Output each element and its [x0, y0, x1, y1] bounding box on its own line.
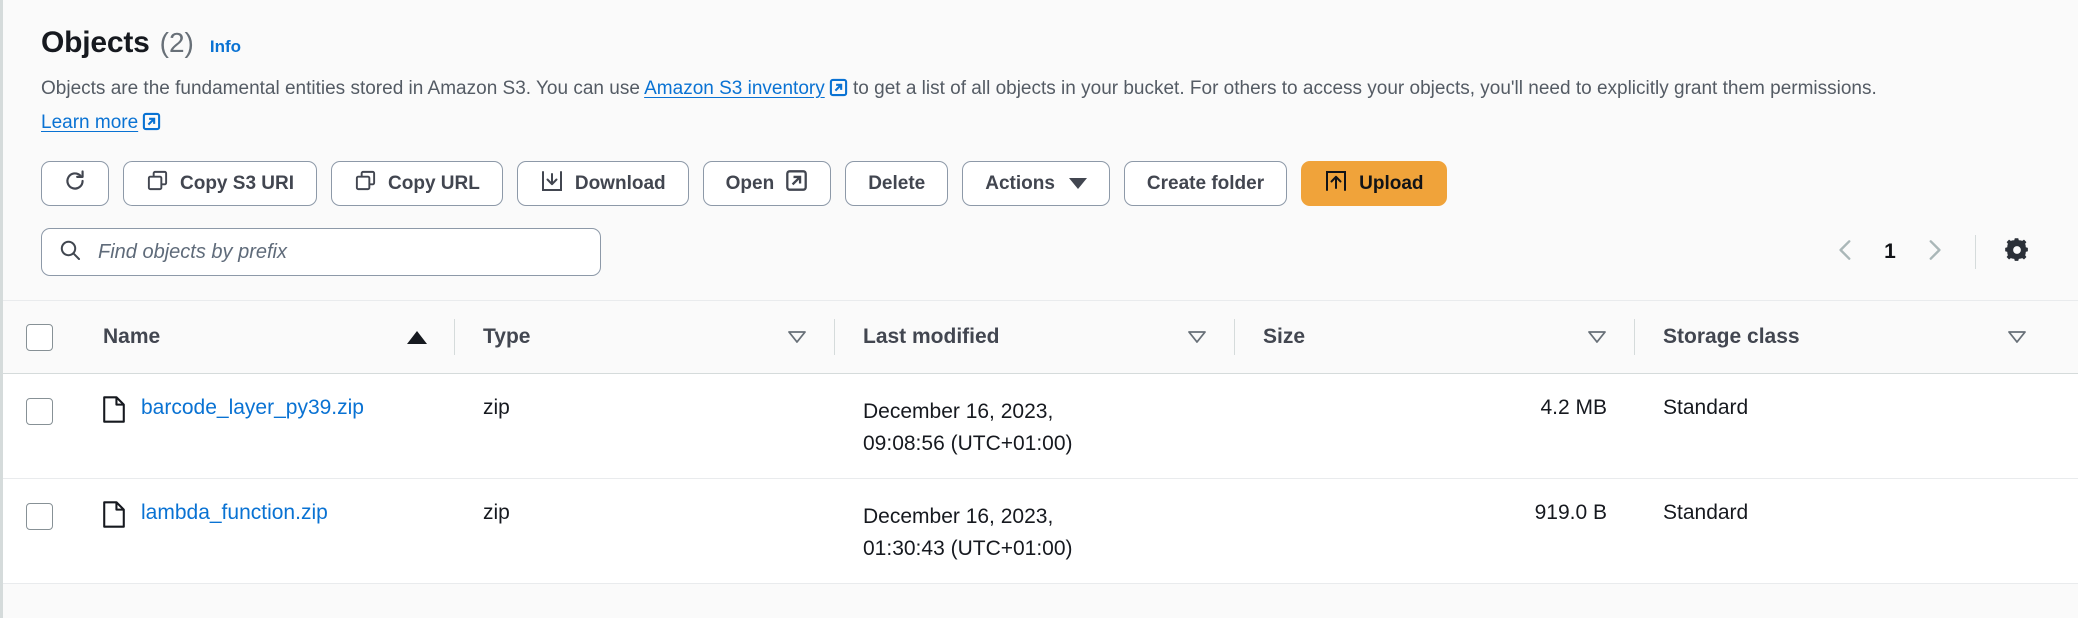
- column-header-type-label: Type: [483, 325, 531, 348]
- select-all-checkbox[interactable]: [25, 323, 53, 351]
- panel-header: Objects (2) Info Objects are the fundame…: [3, 0, 2078, 141]
- external-link-icon-3: [785, 169, 808, 198]
- delete-label: Delete: [868, 172, 926, 194]
- sort-none-icon-3: [1587, 330, 1607, 344]
- row-select-cell: [3, 374, 75, 478]
- sort-ascending-icon: [407, 330, 427, 344]
- previous-page-button[interactable]: [1823, 229, 1869, 275]
- learn-more-label: Learn more: [41, 112, 139, 133]
- search-icon: [58, 238, 82, 267]
- table-row[interactable]: barcode_layer_py39.zip zip December 16, …: [3, 374, 2078, 479]
- column-header-name-label: Name: [103, 325, 161, 348]
- cell-size: 4.2 MB: [1540, 396, 1607, 419]
- pagination-divider: [1975, 235, 1976, 269]
- info-link[interactable]: Info: [210, 37, 241, 57]
- file-icon-2: [103, 501, 125, 534]
- chevron-down-icon: [1068, 178, 1087, 189]
- sort-none-icon-4: [2007, 330, 2027, 344]
- actions-label: Actions: [985, 172, 1055, 194]
- column-header-storage-class[interactable]: Storage class: [1635, 301, 2055, 373]
- amazon-s3-inventory-link[interactable]: Amazon S3 inventory: [644, 78, 848, 99]
- column-header-name[interactable]: Name: [75, 301, 455, 373]
- column-header-last-modified-label: Last modified: [863, 325, 1000, 348]
- actions-button[interactable]: Actions: [962, 161, 1110, 206]
- page-title: Objects: [41, 26, 150, 59]
- row-checkbox-2[interactable]: [25, 503, 53, 530]
- column-header-size[interactable]: Size: [1235, 301, 1635, 373]
- download-icon: [540, 169, 564, 199]
- cell-last-modified-2: December 16, 2023, 01:30:43 (UTC+01:00): [863, 505, 1073, 560]
- chevron-right-icon: [1921, 237, 1947, 268]
- column-header-storage-class-label: Storage class: [1663, 325, 1800, 348]
- description-text-part1: Objects are the fundamental entities sto…: [41, 78, 640, 99]
- gear-icon: [2002, 235, 2032, 270]
- file-icon: [103, 396, 125, 429]
- open-button[interactable]: Open: [702, 161, 832, 206]
- search-box[interactable]: [41, 228, 601, 276]
- pagination: 1: [1823, 229, 2040, 275]
- refresh-icon: [62, 168, 88, 200]
- copy-icon: [146, 169, 169, 198]
- cell-last-modified: December 16, 2023, 09:08:56 (UTC+01:00): [863, 400, 1073, 455]
- delete-button[interactable]: Delete: [845, 161, 949, 206]
- row-checkbox[interactable]: [25, 398, 53, 425]
- copy-s3-uri-label: Copy S3 URI: [180, 172, 295, 194]
- object-name-link-2[interactable]: lambda_function.zip: [141, 501, 328, 525]
- upload-button[interactable]: Upload: [1301, 161, 1447, 206]
- title-row: Objects (2) Info: [41, 26, 2078, 60]
- download-button[interactable]: Download: [516, 161, 689, 206]
- table-header-row: Name Type Last modified Size Storage cla…: [3, 301, 2078, 374]
- cell-size-2: 919.0 B: [1534, 501, 1607, 524]
- copy-icon-2: [354, 169, 377, 198]
- cell-type-2: zip: [483, 501, 510, 524]
- upload-icon: [1324, 169, 1348, 199]
- download-label: Download: [574, 172, 666, 194]
- filter-row: 1: [41, 228, 2040, 276]
- cell-name-2: lambda_function.zip: [75, 479, 455, 583]
- open-label: Open: [725, 172, 775, 194]
- column-header-size-label: Size: [1263, 325, 1306, 348]
- cell-storage-class-2: Standard: [1663, 501, 1749, 524]
- upload-label: Upload: [1359, 172, 1424, 194]
- cell-name: barcode_layer_py39.zip: [75, 374, 455, 478]
- external-link-icon-2: [142, 110, 161, 141]
- page-number-1[interactable]: 1: [1873, 240, 1907, 264]
- objects-panel: Objects (2) Info Objects are the fundame…: [0, 0, 2078, 618]
- row-select-cell-2: [3, 479, 75, 583]
- table-row[interactable]: lambda_function.zip zip December 16, 202…: [3, 479, 2078, 584]
- cell-storage-class: Standard: [1663, 396, 1749, 419]
- panel-description: Objects are the fundamental entities sto…: [41, 73, 1981, 141]
- refresh-button[interactable]: [41, 161, 109, 206]
- create-folder-button[interactable]: Create folder: [1123, 161, 1288, 206]
- copy-url-label: Copy URL: [388, 172, 480, 194]
- sort-none-icon: [787, 330, 807, 344]
- copy-s3-uri-button[interactable]: Copy S3 URI: [123, 161, 318, 206]
- objects-toolbar: Copy S3 URI Copy URL Download Open Delet…: [41, 161, 2078, 206]
- external-link-icon: [829, 76, 848, 107]
- preferences-button[interactable]: [1994, 229, 2040, 275]
- select-all-cell: [3, 301, 75, 373]
- object-name-link[interactable]: barcode_layer_py39.zip: [141, 396, 364, 420]
- sort-none-icon-2: [1187, 330, 1207, 344]
- chevron-left-icon: [1833, 237, 1859, 268]
- object-count: (2): [159, 27, 194, 58]
- learn-more-link[interactable]: Learn more: [41, 112, 161, 133]
- create-folder-label: Create folder: [1146, 172, 1265, 194]
- copy-url-button[interactable]: Copy URL: [331, 161, 503, 206]
- inventory-link-label: Amazon S3 inventory: [644, 78, 825, 99]
- cell-type: zip: [483, 396, 510, 419]
- search-input[interactable]: [96, 239, 584, 265]
- objects-table: Name Type Last modified Size Storage cla…: [3, 300, 2078, 584]
- column-header-type[interactable]: Type: [455, 301, 835, 373]
- next-page-button[interactable]: [1911, 229, 1957, 275]
- description-text-part2: to get a list of all objects in your buc…: [853, 78, 1877, 99]
- column-header-last-modified[interactable]: Last modified: [835, 301, 1235, 373]
